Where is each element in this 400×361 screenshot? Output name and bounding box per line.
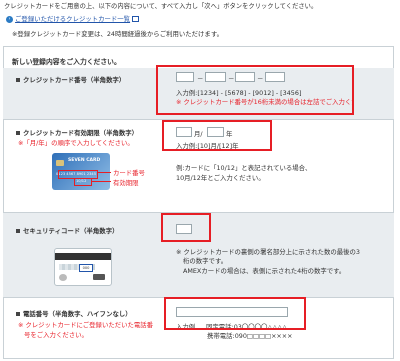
security-help-3: AMEXカードの場合は、表側に示された4桁の数字です。 bbox=[183, 267, 346, 275]
phone-highlight bbox=[164, 297, 306, 330]
expiry-explain-1: 例:カードに「10/12」と表記されている場合、 bbox=[176, 164, 312, 172]
phone-note-1: ※ クレジットカードにご登録いただいた電話番 bbox=[18, 321, 154, 329]
expiry-label: クレジットカード有効期限（半角数字） bbox=[23, 129, 139, 137]
card-brand: SEVEN CARD bbox=[68, 158, 101, 163]
hologram-icon bbox=[59, 274, 67, 281]
expiry-callout: 有効期限 bbox=[113, 179, 139, 187]
expiry-marker bbox=[74, 178, 92, 186]
bullet-icon bbox=[16, 131, 20, 135]
expiry-label-wrap: クレジットカード有効期限（半角数字） bbox=[16, 128, 138, 137]
security-label-wrap: セキュリティコード（半角数字） bbox=[16, 226, 118, 235]
expiry-explain-2: 10月/12年とご入力ください。 bbox=[176, 174, 265, 182]
security-label: セキュリティコード（半角数字） bbox=[23, 227, 119, 235]
security-code-marker: 000 bbox=[79, 264, 93, 272]
magnetic-stripe bbox=[55, 253, 111, 260]
external-window-icon bbox=[132, 16, 140, 22]
card-number-highlight bbox=[156, 65, 354, 115]
instruction-text: クレジットカードをご用意の上、以下の内容について、すべて入力し「次へ」ボタンをク… bbox=[4, 3, 318, 10]
security-highlight bbox=[161, 213, 211, 242]
arrow-circle-icon: › bbox=[6, 15, 13, 23]
card-number-connector bbox=[97, 172, 111, 173]
card-logo-icon bbox=[93, 274, 105, 280]
card-list-link-row[interactable]: › ご登録いただけるクレジットカード一覧 bbox=[6, 14, 140, 23]
card-back-image: 000 bbox=[54, 248, 112, 286]
phone-note-2: 号をご入力ください。 bbox=[24, 331, 88, 339]
card-number-label: クレジットカード番号（半角数字） bbox=[23, 76, 126, 84]
bullet-icon bbox=[16, 78, 20, 82]
section-title: 新しい登録内容をご入力ください。 bbox=[12, 58, 121, 66]
bullet-icon bbox=[16, 229, 20, 233]
card-number-callout: カード番号 bbox=[113, 169, 145, 177]
chip-icon bbox=[56, 160, 64, 166]
expiry-order-note: ※「月/年」の順序で入力してください。 bbox=[18, 139, 134, 147]
security-help-2: 桁の数字です。 bbox=[183, 257, 228, 265]
change-note: ※登録クレジットカード変更は、24時間経過後からご利用いただけます。 bbox=[12, 30, 223, 38]
bullet-icon bbox=[16, 312, 20, 316]
security-help-1: ※ クレジットカードの裏側の署名部分上に示された数の最後の3 bbox=[176, 248, 360, 256]
card-number-label-wrap: クレジットカード番号（半角数字） bbox=[16, 75, 125, 84]
expiry-highlight bbox=[162, 120, 272, 151]
phone-example-mobile: 携帯電話:090□□□□×××× bbox=[207, 332, 293, 340]
expiry-connector bbox=[91, 181, 111, 182]
phone-label: 電話番号（半角数字、ハイフンなし） bbox=[23, 310, 132, 318]
card-list-link[interactable]: ご登録いただけるクレジットカード一覧 bbox=[15, 15, 130, 23]
phone-label-wrap: 電話番号（半角数字、ハイフンなし） bbox=[16, 309, 132, 318]
